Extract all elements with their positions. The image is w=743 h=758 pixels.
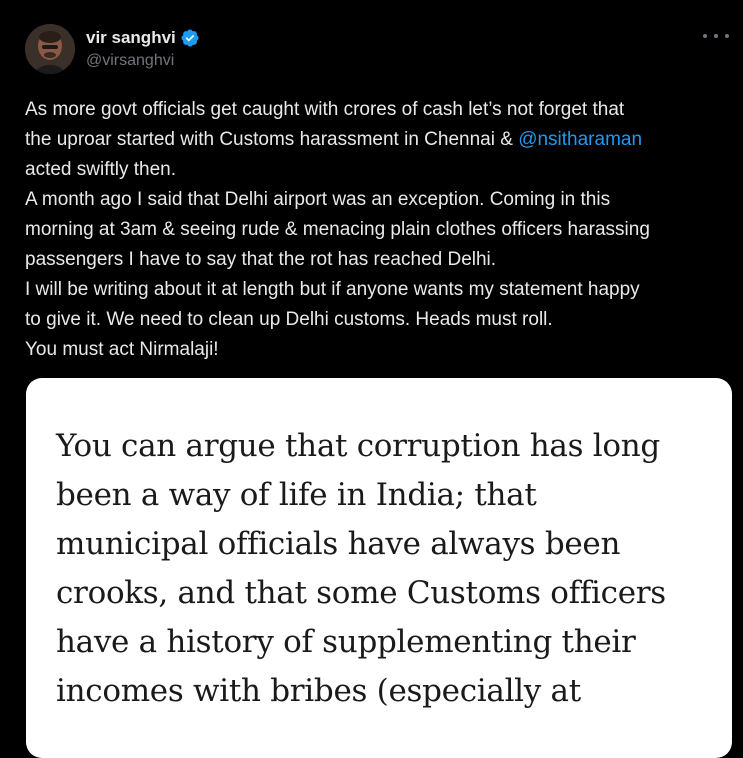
attached-image[interactable]: You can argue that corruption has long b… bbox=[26, 378, 732, 758]
more-options-icon[interactable] bbox=[703, 26, 729, 46]
quote-line: incomes with bribes (especially at bbox=[56, 673, 581, 709]
tweet-line: A month ago I said that Delhi airport wa… bbox=[25, 189, 611, 210]
quote-line: have a history of supplementing their bbox=[56, 624, 636, 660]
tweet-line-text: the uproar started with Customs harassme… bbox=[25, 129, 519, 150]
mention-link[interactable]: @nsitharaman bbox=[518, 129, 642, 150]
image-quote-text: You can argue that corruption has long b… bbox=[56, 422, 716, 716]
tweet-line: You must act Nirmalaji! bbox=[25, 339, 219, 360]
tweet-line: acted swiftly then. bbox=[25, 159, 177, 180]
tweet-line: the uproar started with Customs harassme… bbox=[25, 125, 735, 155]
user-handle[interactable]: @virsanghvi bbox=[86, 52, 174, 70]
quote-line: municipal officials have always been bbox=[56, 526, 621, 562]
tweet-header: vir sanghvi @virsanghvi bbox=[0, 0, 743, 90]
avatar[interactable] bbox=[25, 24, 75, 74]
tweet-line: I will be writing about it at length but… bbox=[25, 279, 640, 300]
tweet-text: As more govt officials get caught with c… bbox=[25, 95, 735, 365]
display-name[interactable]: vir sanghvi bbox=[86, 28, 176, 48]
quote-line: crooks, and that some Customs officers bbox=[56, 575, 666, 611]
tweet-line: morning at 3am & seeing rude & menacing … bbox=[25, 219, 650, 240]
tweet-line: passengers I have to say that the rot ha… bbox=[25, 249, 497, 270]
verified-badge-icon bbox=[180, 28, 200, 48]
tweet-line: As more govt officials get caught with c… bbox=[25, 99, 625, 120]
name-row: vir sanghvi bbox=[86, 28, 200, 48]
tweet-line: to give it. We need to clean up Delhi cu… bbox=[25, 309, 553, 330]
quote-line: been a way of life in India; that bbox=[56, 477, 537, 513]
quote-line: You can argue that corruption has long bbox=[56, 428, 660, 464]
